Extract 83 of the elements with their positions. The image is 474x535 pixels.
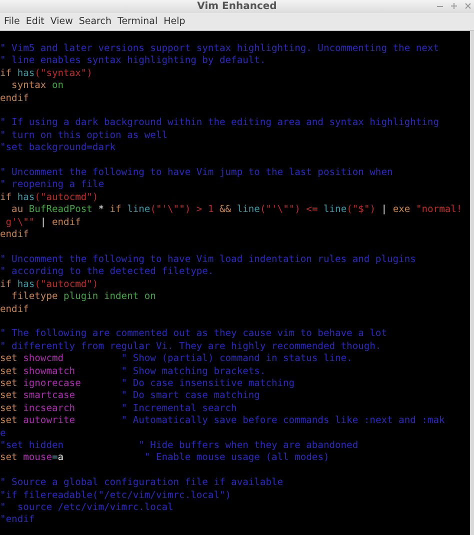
menu-item[interactable]: File xyxy=(2,16,24,27)
code-option: showmatch xyxy=(17,366,76,377)
code-comment: " Show (partial) command in status line. xyxy=(120,353,352,364)
scrollbar[interactable] xyxy=(470,31,474,535)
code-string: ("$") xyxy=(346,204,376,216)
code-statement: set xyxy=(0,390,18,402)
code-comment: " reopening a file xyxy=(0,179,104,190)
code-comment: " Uncomment the following to have Vim jump to the last position when xyxy=(0,167,393,178)
code-statement: endif xyxy=(50,216,81,228)
menu-item[interactable]: Terminal xyxy=(116,16,162,27)
code-comment: "set background=dark xyxy=(0,142,116,154)
code-statement: set xyxy=(0,452,18,464)
code-comment: e xyxy=(0,428,6,439)
code-normal: | xyxy=(380,204,388,216)
code-comment: " Uncomment the following to have Vim load indentation rules and plugins xyxy=(0,254,416,265)
code-string: ("'\"") <= xyxy=(260,204,318,216)
code-option: ignorecase xyxy=(17,378,81,389)
close-icon[interactable] xyxy=(464,2,472,10)
code-string: g'\"" xyxy=(4,216,35,228)
code-function: has xyxy=(16,278,35,290)
code-comment: " turn on this option as well xyxy=(0,130,168,141)
code-string: ("autocmd") xyxy=(34,192,98,203)
code-comment: " Incremental search xyxy=(120,402,237,414)
code-normal: a xyxy=(58,452,64,464)
code-statement: && xyxy=(218,204,232,216)
code-statement: au xyxy=(10,204,24,216)
code-statement: endif xyxy=(0,304,29,315)
code-comment: " line enables syntax highlighting by default. xyxy=(0,55,266,66)
maximize-icon[interactable] xyxy=(450,2,458,10)
menu-item[interactable]: Edit xyxy=(24,16,48,27)
code-statement: set xyxy=(0,378,18,389)
code-function: = xyxy=(52,452,58,464)
menu-item[interactable]: Search xyxy=(76,16,116,27)
code-comment: " source /etc/vim/vimrc.local xyxy=(0,502,174,514)
code-statement: set xyxy=(0,366,18,377)
code-statement: syntax xyxy=(10,80,46,92)
code-statement: exe xyxy=(392,204,410,216)
code-option: mouse xyxy=(17,452,52,464)
code-string: ("syntax") xyxy=(34,68,92,79)
code-comment: "if filereadable("/etc/vim/vimrc.local") xyxy=(0,490,232,501)
code-comment: " differently from regular Vi. They are highly recommended though. xyxy=(0,340,382,352)
code-comment: " The following are commented out as they cause vim to behave a lot xyxy=(0,328,387,340)
code-comment: " Show matching brackets. xyxy=(120,366,266,377)
code-option: autowrite xyxy=(17,415,76,426)
code-string: ("'\"") > 1 xyxy=(150,204,214,216)
window-title: Vim Enhanced xyxy=(197,1,277,12)
code-statement: set xyxy=(0,415,18,426)
code-comment: " Source a global configuration file if available xyxy=(0,477,284,488)
code-function: line xyxy=(236,204,260,216)
code-statement: set xyxy=(0,402,18,414)
menu-item[interactable]: Help xyxy=(162,16,190,27)
code-statement: endif xyxy=(0,229,29,240)
code-statement: endif xyxy=(0,92,29,104)
code-function: has xyxy=(16,68,35,79)
code-normal: * xyxy=(97,204,104,216)
code-comment: " Vim5 and later versions support syntax highlighting. Uncommenting the next xyxy=(0,43,439,54)
code-option: showcmd xyxy=(17,353,64,364)
code-function: line xyxy=(322,204,347,216)
code-string: "normal! xyxy=(414,204,462,216)
code-constant: BufReadPost xyxy=(28,204,92,216)
code-statement: set xyxy=(0,353,18,364)
code-normal: | xyxy=(39,216,46,228)
code-function: has xyxy=(16,192,35,203)
code-comment: " Do case insensitive matching xyxy=(120,378,295,389)
code-function: line xyxy=(126,204,150,216)
code-comment: "set hidden " Hide buffers when they are abandoned xyxy=(0,440,358,451)
code-comment: " according to the detected filetype. xyxy=(0,266,214,278)
menu-item[interactable]: View xyxy=(48,16,77,27)
code-statement: filetype xyxy=(10,291,58,302)
code-comment: " Do smart case matching xyxy=(120,390,260,402)
code-comment: " Enable mouse usage (all modes) xyxy=(143,452,330,464)
code-comment: " If using a dark background within the editing area and syntax highlighting xyxy=(0,117,439,128)
code-statement: if xyxy=(0,278,12,290)
code-constant: plugin indent on xyxy=(62,291,156,302)
code-statement: if xyxy=(0,68,12,79)
code-option: incsearch xyxy=(17,402,76,414)
code-string: ("autocmd") xyxy=(34,278,98,290)
code-option: smartcase xyxy=(17,390,76,402)
code-statement: if xyxy=(0,192,12,203)
code-comment: " Automatically save before commands like :next and :mak xyxy=(120,415,445,426)
code-constant: on xyxy=(50,80,64,92)
code-statement: if xyxy=(108,204,122,216)
code-comment: "endif xyxy=(0,514,35,526)
